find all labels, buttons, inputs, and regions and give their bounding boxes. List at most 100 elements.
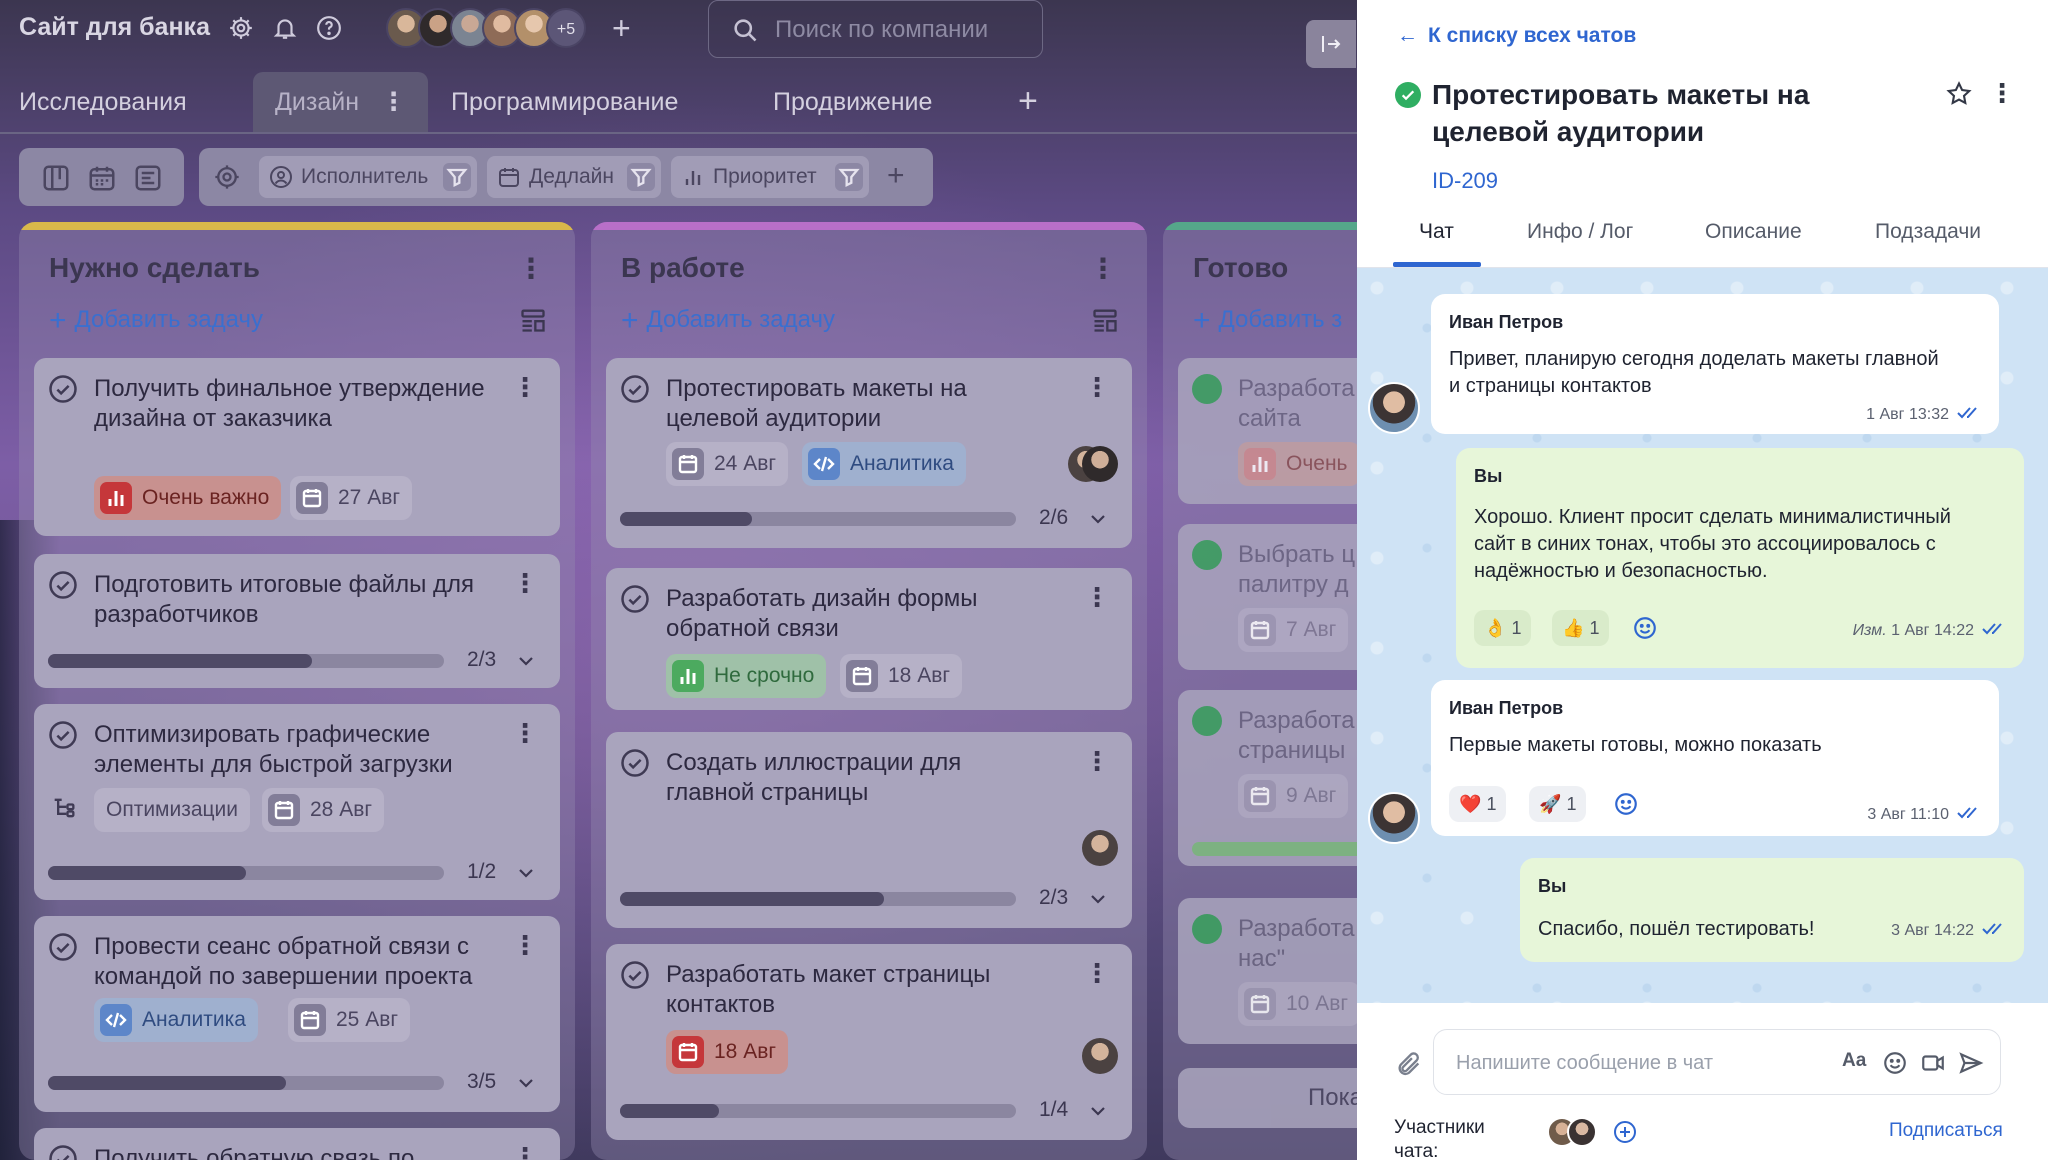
chevron-down-icon[interactable]: [514, 861, 538, 885]
task-card[interactable]: Оптимизировать графические элементы для б…: [34, 704, 560, 900]
date-badge[interactable]: 18 Авг: [666, 1030, 789, 1074]
chat-message[interactable]: Иван Петров Привет, планирую сегодня дод…: [1431, 294, 1999, 434]
add-task-button[interactable]: + Добавить з: [1193, 304, 1342, 338]
date-badge[interactable]: 18 Авг: [840, 654, 963, 698]
reaction-heart[interactable]: ❤️ 1: [1449, 786, 1507, 822]
star-icon[interactable]: [1945, 80, 1973, 108]
avatar[interactable]: [1082, 1038, 1118, 1074]
card-menu-icon[interactable]: ⋮: [1084, 372, 1110, 403]
check-circle-icon[interactable]: [620, 374, 650, 404]
settings-icon[interactable]: [228, 15, 254, 41]
add-tab-button[interactable]: +: [1018, 84, 1038, 118]
column-menu-icon[interactable]: ⋮: [517, 252, 545, 285]
task-card[interactable]: Разработа нас" 10 Авг: [1178, 898, 1357, 1044]
tab-design[interactable]: Дизайн ⋮: [253, 72, 429, 132]
date-badge[interactable]: 25 Авг: [288, 998, 411, 1042]
category-tag[interactable]: Оптимизации: [94, 788, 251, 832]
search-input[interactable]: [775, 13, 1025, 47]
company-search[interactable]: [708, 0, 1043, 58]
reaction-thumbs-up[interactable]: 👍 1: [1552, 610, 1610, 646]
column-layout-icon[interactable]: [519, 306, 547, 334]
chat-message[interactable]: Иван Петров Первые макеты готовы, можно …: [1431, 680, 1999, 836]
chevron-down-icon[interactable]: [1086, 507, 1110, 531]
add-task-button[interactable]: + Добавить задачу: [621, 304, 835, 338]
chevron-down-icon[interactable]: [1086, 887, 1110, 911]
add-reaction-icon[interactable]: [1632, 615, 1658, 641]
task-card[interactable]: Получить финальное утверждение дизайна от…: [34, 358, 560, 536]
message-input[interactable]: [1456, 1048, 1816, 1078]
card-menu-icon[interactable]: ⋮: [512, 372, 538, 403]
check-circle-icon[interactable]: [620, 584, 650, 614]
board-view-icon[interactable]: [41, 163, 71, 193]
check-circle-icon[interactable]: [620, 960, 650, 990]
priority-badge[interactable]: Очень важно: [94, 476, 282, 520]
priority-badge[interactable]: Не срочно: [666, 654, 827, 698]
date-badge[interactable]: 28 Авг: [262, 788, 385, 832]
funnel-icon[interactable]: [835, 163, 863, 191]
tab-subtasks[interactable]: Подзадачи: [1875, 220, 1981, 244]
date-badge[interactable]: 24 Авг: [666, 442, 789, 486]
filter-priority[interactable]: Приоритет: [671, 156, 869, 198]
card-menu-icon[interactable]: ⋮: [1084, 746, 1110, 777]
list-view-icon[interactable]: [133, 163, 163, 193]
check-circle-icon[interactable]: [48, 374, 78, 404]
emoji-icon[interactable]: [1882, 1050, 1908, 1076]
date-badge[interactable]: 9 Авг: [1238, 774, 1349, 818]
chat-message[interactable]: Вы Хорошо. Клиент просит сделать минимал…: [1456, 448, 2024, 668]
filter-settings-icon[interactable]: [213, 163, 241, 191]
paperclip-icon[interactable]: [1395, 1050, 1423, 1078]
check-circle-icon[interactable]: [48, 1144, 78, 1160]
task-card[interactable]: Провести сеанс обратной связи с командой …: [34, 916, 560, 1112]
check-circle-icon[interactable]: [620, 748, 650, 778]
task-card[interactable]: Разработа сайта Очень: [1178, 358, 1357, 504]
filter-assignee[interactable]: Исполнитель: [259, 156, 477, 198]
tab-research[interactable]: Исследования: [19, 72, 187, 132]
category-tag[interactable]: Аналитика: [94, 998, 258, 1042]
add-filter-button[interactable]: +: [887, 156, 905, 196]
check-circle-icon[interactable]: [48, 570, 78, 600]
check-circle-icon[interactable]: [48, 720, 78, 750]
tab-info-log[interactable]: Инфо / Лог: [1527, 220, 1633, 244]
check-circle-icon[interactable]: [48, 932, 78, 962]
task-card[interactable]: Создать иллюстрации для главной страницы …: [606, 732, 1132, 928]
tab-chat[interactable]: Чат: [1419, 220, 1454, 244]
column-menu-icon[interactable]: ⋮: [1089, 252, 1117, 285]
date-badge[interactable]: 27 Авг: [290, 476, 413, 520]
avatar[interactable]: [1082, 830, 1118, 866]
send-icon[interactable]: [1958, 1050, 1984, 1076]
tab-menu-icon[interactable]: ⋮: [381, 72, 406, 132]
text-format-button[interactable]: Aa: [1842, 1050, 1866, 1072]
tab-programming[interactable]: Программирование: [451, 72, 678, 132]
chevron-down-icon[interactable]: [1086, 1099, 1110, 1123]
card-menu-icon[interactable]: ⋮: [1084, 958, 1110, 989]
chevron-down-icon[interactable]: [514, 649, 538, 673]
more-members-badge[interactable]: +5: [546, 8, 586, 48]
tab-description[interactable]: Описание: [1705, 220, 1802, 244]
card-menu-icon[interactable]: ⋮: [512, 930, 538, 961]
add-reaction-icon[interactable]: [1613, 791, 1639, 817]
panel-menu-icon[interactable]: ⋮: [1989, 78, 2015, 109]
funnel-icon[interactable]: [443, 163, 471, 191]
status-done-icon[interactable]: [1395, 82, 1421, 108]
card-menu-icon[interactable]: ⋮: [1084, 582, 1110, 613]
avatar[interactable]: [1082, 446, 1118, 482]
chevron-down-icon[interactable]: [514, 1071, 538, 1095]
add-task-button[interactable]: + Добавить задачу: [49, 304, 263, 338]
task-card[interactable]: Выбрать ц палитру д 7 Авг: [1178, 524, 1357, 670]
priority-badge[interactable]: Очень: [1238, 442, 1357, 486]
category-tag[interactable]: Аналитика: [802, 442, 966, 486]
check-done-icon[interactable]: [1192, 374, 1222, 404]
check-done-icon[interactable]: [1192, 706, 1222, 736]
bell-icon[interactable]: [272, 15, 298, 41]
task-card[interactable]: Подготовить итоговые файлы для разработчи…: [34, 554, 560, 688]
participant-avatar[interactable]: [1567, 1117, 1597, 1147]
show-more-button[interactable]: Пока: [1178, 1068, 1357, 1128]
date-badge[interactable]: 10 Авг: [1238, 982, 1357, 1026]
chat-message[interactable]: Вы Спасибо, пошёл тестировать! 3 Авг 14:…: [1520, 858, 2024, 962]
collapse-panel-button[interactable]: [1306, 20, 1356, 68]
column-layout-icon[interactable]: [1091, 306, 1119, 334]
calendar-view-icon[interactable]: [87, 163, 117, 193]
help-icon[interactable]: [316, 15, 342, 41]
add-member-button[interactable]: +: [612, 12, 631, 44]
card-menu-icon[interactable]: ⋮: [512, 568, 538, 599]
